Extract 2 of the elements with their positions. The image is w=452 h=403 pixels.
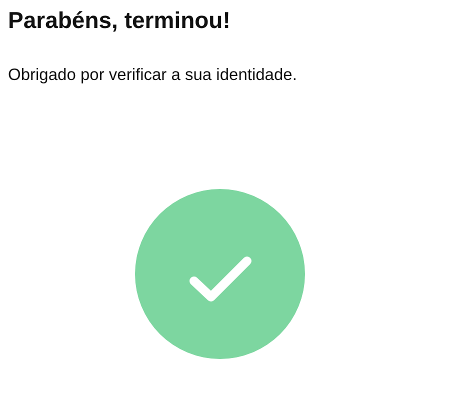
message-text: Obrigado por verificar a sua identidade. <box>8 65 298 86</box>
page-title: Parabéns, terminou! <box>8 6 232 34</box>
